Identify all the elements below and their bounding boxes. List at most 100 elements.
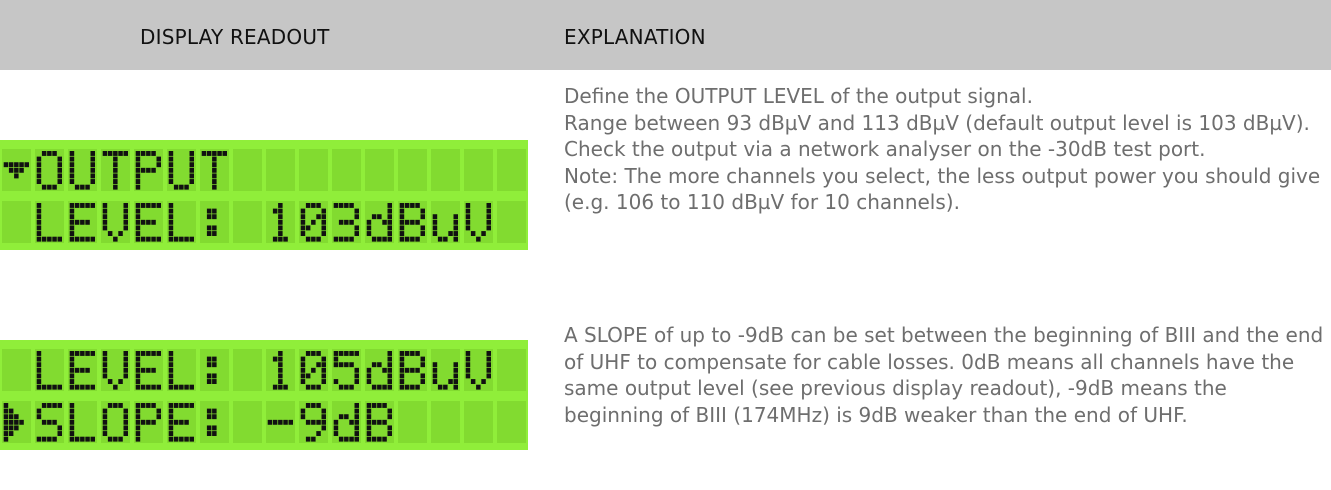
lcd-pixel [410, 236, 415, 242]
lcd-cell [299, 149, 328, 191]
lcd-pixel [448, 231, 453, 236]
lcd-pixel [36, 167, 42, 173]
lcd-pixel [387, 231, 392, 236]
lcd-pixel [90, 179, 95, 184]
lcd-pixel [344, 236, 349, 242]
lcd-pixel [69, 156, 75, 162]
lcd-pixel [36, 362, 42, 368]
lcd-pixel [366, 408, 372, 414]
lcd-pixel [311, 351, 316, 356]
lcd-pixel [338, 219, 344, 225]
lcd-pixel [420, 362, 425, 368]
lcd-pixel [206, 356, 212, 362]
lcd-cell [200, 201, 229, 243]
lcd-pixel [212, 414, 217, 420]
lcd-pixel [36, 208, 42, 214]
lcd-pixel [135, 151, 141, 156]
lcd-pixel [387, 214, 392, 220]
lcd-pixel [305, 236, 311, 242]
lcd-cell [365, 149, 394, 191]
lcd-pixel [300, 408, 306, 414]
lcd-pixel [146, 384, 151, 390]
lcd-pixel [57, 156, 62, 162]
lcd-pixel [135, 231, 141, 236]
lcd-pixel [453, 214, 458, 220]
lcd-pixel [123, 151, 128, 156]
lcd-pixel [135, 403, 141, 408]
lcd-pixel [118, 379, 123, 384]
lcd-pixel [3, 408, 9, 414]
lcd-pixel [432, 373, 438, 379]
lcd-display-output-level [0, 140, 528, 250]
lcd-pixel [333, 203, 339, 208]
lcd-pixel [333, 431, 339, 436]
lcd-pixel [135, 208, 141, 214]
lcd-pixel [415, 203, 420, 208]
lcd-pixel [354, 414, 359, 420]
lcd-pixel [366, 219, 372, 225]
lcd-pixel [156, 408, 161, 414]
lcd-pixel [377, 236, 382, 242]
lcd-pixel [212, 173, 217, 179]
lcd-pixel [173, 419, 179, 425]
lcd-pixel [135, 236, 141, 242]
lcd-pixel [69, 214, 75, 220]
lcd-pixel [465, 356, 471, 362]
lcd-pixel [338, 436, 344, 442]
lcd-pixel [36, 156, 42, 162]
lcd-pixel [151, 367, 156, 373]
lcd-pixel [189, 156, 194, 162]
lcd-pixel [278, 384, 283, 390]
lcd-pixel [206, 362, 212, 368]
lcd-pixel [69, 231, 75, 236]
lcd-pixel [146, 419, 151, 425]
lcd-pixel [399, 379, 405, 384]
lcd-pixel [333, 419, 339, 425]
lcd-pixel [404, 219, 410, 225]
lcd-pixel [3, 431, 9, 436]
lcd-pixel [107, 231, 113, 236]
lcd-pixel [69, 384, 75, 390]
lcd-pixel [206, 373, 212, 379]
lcd-pixel [404, 367, 410, 373]
lcd-pixel [69, 436, 75, 442]
lcd-pixel [212, 151, 217, 156]
lcd-pixel [278, 356, 283, 362]
lcd-pixel [212, 431, 217, 436]
lcd-pixel [36, 236, 42, 242]
lcd-pixel [123, 219, 128, 225]
lcd-pixel [151, 203, 156, 208]
lcd-pixel [85, 384, 90, 390]
lcd-pixel [465, 225, 471, 231]
lcd-pixel [135, 167, 141, 173]
lcd-pixel [338, 362, 344, 368]
lcd-pixel [305, 436, 311, 442]
lcd-pixel [399, 236, 405, 242]
lcd-pixel [168, 236, 174, 242]
lcd-pixel [366, 436, 372, 442]
lcd-pixel [123, 414, 128, 420]
lcd-pixel [377, 214, 382, 220]
lcd-pixel [387, 203, 392, 208]
lcd-pixel [140, 203, 146, 208]
lcd-pixel [36, 367, 42, 373]
explanation-text: Range between 93 dBµV and 113 dBµV (defa… [564, 110, 1310, 162]
lcd-pixel [8, 162, 14, 168]
lcd-pixel [212, 373, 217, 379]
lcd-pixel [146, 203, 151, 208]
lcd-pixel [354, 373, 359, 379]
lcd-pixel [465, 208, 471, 214]
lcd-pixel [366, 403, 372, 408]
lcd-pixel [354, 208, 359, 214]
lcd-pixel [415, 351, 420, 356]
lcd-pixel [179, 236, 184, 242]
lcd-pixel [173, 384, 179, 390]
lcd-pixel [113, 179, 118, 184]
lcd-pixel [349, 351, 354, 356]
lcd-pixel [102, 214, 108, 220]
lcd-pixel [168, 436, 174, 442]
lcd-pixel [3, 436, 9, 442]
lcd-pixel [146, 351, 151, 356]
lcd-pixel [201, 151, 207, 156]
lcd-pixel [354, 367, 359, 373]
